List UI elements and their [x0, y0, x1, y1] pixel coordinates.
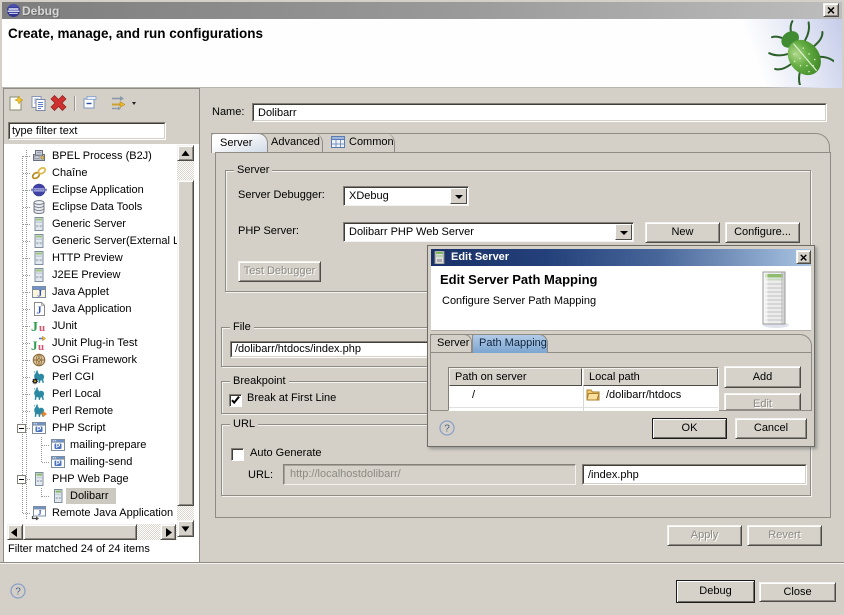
svg-text:?: ?	[444, 424, 450, 435]
svg-text:?: ?	[15, 587, 21, 598]
